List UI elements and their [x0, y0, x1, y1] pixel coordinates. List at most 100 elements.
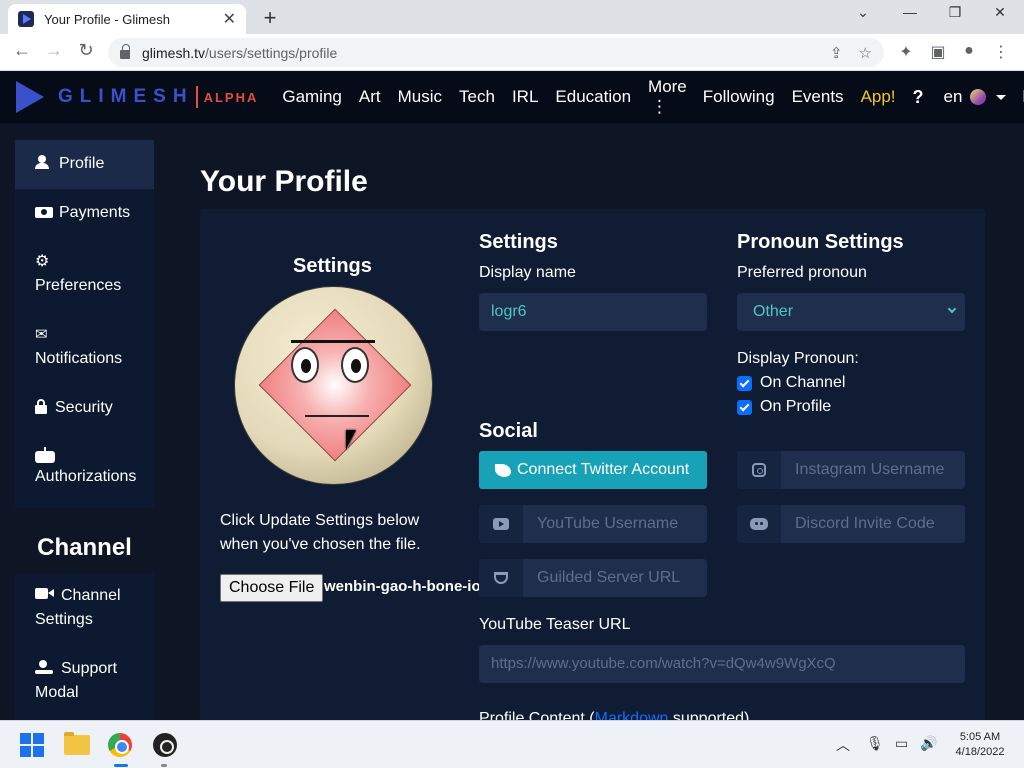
sidebar-item-preferences[interactable]: ⚙ Preferences: [15, 238, 154, 311]
logo-alpha-badge: ALPHA: [203, 89, 259, 105]
choose-file-button[interactable]: Choose File: [220, 574, 324, 602]
extensions-puzzle-icon[interactable]: ✦: [895, 42, 917, 62]
menu-kebab-icon[interactable]: ⋮: [990, 42, 1012, 62]
sidebar-item-label: Notifications: [35, 350, 123, 367]
instagram-icon: [752, 463, 766, 477]
connect-twitter-button[interactable]: Connect Twitter Account: [479, 451, 707, 489]
volume-icon[interactable]: 🔊: [920, 735, 937, 752]
nav-gaming[interactable]: Gaming: [282, 87, 342, 107]
address-bar[interactable]: glimesh.tv/users/settings/profile ⇪ ☆: [108, 38, 884, 67]
caret-down-icon[interactable]: [996, 94, 1007, 100]
nav-app[interactable]: App!: [861, 87, 896, 107]
user-avatar-small[interactable]: [970, 89, 987, 105]
vertical-dots-icon: ⋮: [651, 97, 669, 116]
file-explorer-icon[interactable]: [64, 732, 90, 755]
obs-icon[interactable]: [153, 733, 177, 757]
clock-time: 5:05 AM: [959, 731, 1001, 743]
reload-icon[interactable]: ↻: [74, 40, 98, 61]
sidebar-item-payments[interactable]: Payments: [15, 189, 154, 238]
nav-art[interactable]: Art: [359, 87, 381, 107]
hand-holding-icon: [35, 660, 55, 674]
restore-button[interactable]: ❐: [940, 4, 970, 21]
new-tab-button[interactable]: +: [258, 5, 282, 31]
avatar-brow: [291, 340, 375, 343]
avatar-left-eye: [291, 347, 319, 383]
network-icon[interactable]: ▭: [895, 735, 908, 752]
nav-tech[interactable]: Tech: [459, 87, 495, 107]
nav-irl[interactable]: IRL: [512, 87, 538, 107]
display-pronoun-label: Display Pronoun:: [737, 350, 859, 367]
connect-twitter-label: Connect Twitter Account: [517, 461, 690, 478]
url-text[interactable]: glimesh.tv/users/settings/profile: [142, 45, 814, 61]
microphone-icon[interactable]: 🎙: [866, 735, 884, 752]
logo-wordmark: GLIMESH: [58, 86, 194, 107]
sidebar-item-security[interactable]: Security: [15, 384, 154, 433]
profile-avatar-image[interactable]: [234, 286, 433, 485]
back-arrow-icon[interactable]: ←: [10, 40, 34, 61]
instagram-addon: [737, 451, 781, 489]
avatar-mouth: [305, 415, 369, 417]
upload-hint: Click Update Settings below when you've …: [220, 512, 421, 553]
on-channel-label: On Channel: [760, 374, 846, 391]
instagram-placeholder: Instagram Username: [795, 461, 945, 478]
discord-addon: [737, 505, 781, 543]
profile-content-suffix: supported): [668, 710, 750, 720]
display-name-input[interactable]: logr6: [479, 293, 707, 331]
nav-music[interactable]: Music: [398, 87, 442, 107]
sidebar-item-label: Channel: [61, 587, 121, 604]
help-icon[interactable]: ?: [913, 87, 924, 108]
envelope-icon: ✉: [35, 326, 48, 343]
youtube-placeholder: YouTube Username: [537, 515, 679, 532]
site-navbar: GLIMESH ALPHA Gaming Art Music Tech IRL …: [0, 71, 1024, 123]
youtube-teaser-input[interactable]: https://www.youtube.com/watch?v=dQw4w9Wg…: [479, 645, 965, 683]
tab-search-chevron-icon[interactable]: ⌄: [848, 4, 878, 21]
glimesh-logo[interactable]: GLIMESH ALPHA: [16, 81, 258, 113]
sidebar-item-profile[interactable]: Profile: [15, 140, 154, 189]
discord-placeholder: Discord Invite Code: [795, 515, 935, 532]
lock-icon[interactable]: [120, 44, 130, 59]
chrome-icon[interactable]: [108, 733, 132, 757]
side-panel-icon[interactable]: ▣: [927, 42, 949, 62]
browser-tab-strip: Your Profile - Glimesh ✕ + ⌄ — ❐ ✕: [0, 0, 1024, 34]
sidebar-item-authorizations[interactable]: Authorizations: [15, 433, 154, 508]
youtube-icon: [493, 518, 509, 530]
chevron-down-icon: [947, 304, 957, 314]
bookmark-star-icon[interactable]: ☆: [859, 44, 872, 62]
forward-arrow-icon[interactable]: →: [42, 40, 66, 61]
nav-education[interactable]: Education: [555, 87, 631, 107]
clock-date: 4/18/2022: [955, 746, 1005, 758]
on-channel-option[interactable]: On Channel: [737, 374, 845, 392]
guilded-field[interactable]: Guilded Server URL: [479, 559, 707, 597]
channel-settings-group: Channel Settings Support Modal: [15, 573, 154, 730]
tab-close-icon[interactable]: ✕: [223, 9, 236, 29]
nav-events[interactable]: Events: [792, 87, 844, 107]
sidebar-item-label: Settings: [35, 611, 93, 628]
mouse-cursor-icon: [346, 430, 356, 450]
browser-tab[interactable]: Your Profile - Glimesh ✕: [8, 4, 246, 34]
markdown-link[interactable]: Markdown: [595, 710, 669, 720]
settings-header: Settings: [479, 231, 558, 253]
on-channel-checkbox[interactable]: [737, 375, 752, 391]
sidebar-item-channel-settings[interactable]: Channel Settings: [15, 584, 154, 657]
sidebar-item-notifications[interactable]: ✉ Notifications: [15, 311, 154, 384]
nav-following[interactable]: Following: [703, 87, 775, 107]
minimize-button[interactable]: —: [895, 4, 925, 20]
on-profile-option[interactable]: On Profile: [737, 398, 831, 416]
language-selector[interactable]: en log: [944, 87, 1024, 107]
system-clock[interactable]: 5:05 AM 4/18/2022: [940, 730, 1020, 760]
youtube-field[interactable]: YouTube Username: [479, 505, 707, 543]
nav-more-label: More: [648, 77, 687, 96]
preferred-pronoun-select[interactable]: Other: [737, 293, 965, 331]
nav-more[interactable]: More⋮: [648, 77, 687, 117]
guilded-addon: [479, 559, 523, 597]
discord-field[interactable]: Discord Invite Code: [737, 505, 965, 543]
account-settings-group: Profile Payments ⚙ Preferences ✉ Notific…: [15, 140, 154, 508]
windows-start-icon[interactable]: [20, 733, 44, 757]
on-profile-checkbox[interactable]: [737, 399, 752, 415]
chevron-up-icon[interactable]: ︿: [836, 735, 850, 755]
share-icon[interactable]: ⇪: [830, 44, 843, 62]
instagram-field[interactable]: Instagram Username: [737, 451, 965, 489]
close-window-button[interactable]: ✕: [985, 4, 1015, 21]
profile-icon[interactable]: ●: [958, 42, 980, 60]
twitter-icon: [495, 463, 511, 477]
